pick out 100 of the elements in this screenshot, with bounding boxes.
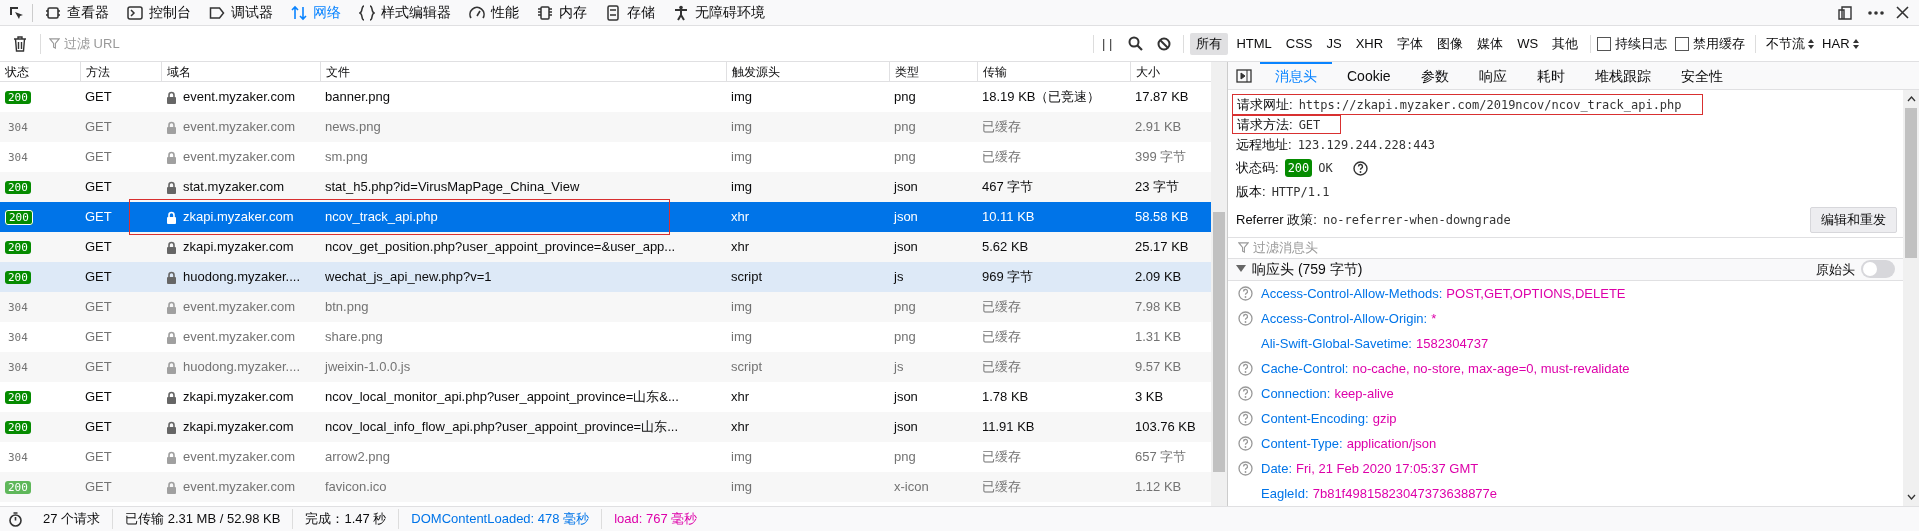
element-picker-icon[interactable]	[8, 4, 24, 21]
filter-icon	[1238, 242, 1249, 254]
scrollbar[interactable]	[1211, 62, 1227, 506]
details-tab[interactable]: 消息头	[1260, 62, 1332, 89]
request-row[interactable]: 200 GET zkapi.myzaker.com ncov_track_api.php xhr json 10.11 KB 58.58 KB	[0, 202, 1211, 232]
type-filter-button[interactable]: CSS	[1279, 32, 1319, 55]
table-cell-text: zkapi.myzaker.com	[183, 208, 294, 227]
more-icon[interactable]	[1868, 9, 1884, 16]
table-cell-text: GET	[84, 418, 113, 437]
header-value: application/json	[1346, 434, 1437, 453]
lock-icon	[166, 210, 177, 224]
close-icon[interactable]	[1896, 6, 1909, 19]
table-cell-text: 399 字节	[1134, 148, 1188, 167]
devtools-tab[interactable]: 样式编辑器	[353, 0, 457, 26]
type-filter-button[interactable]: 媒体	[1471, 32, 1510, 55]
checkbox[interactable]	[1675, 36, 1690, 51]
field-label: 请求方法:	[1237, 115, 1293, 134]
status-code: 200	[5, 181, 31, 195]
checkbox[interactable]	[1597, 36, 1612, 51]
details-tab[interactable]: 安全性	[1665, 62, 1738, 89]
header-name: Content-Encoding:	[1261, 409, 1369, 428]
type-filter-button[interactable]: JS	[1320, 32, 1348, 55]
filter-headers-field[interactable]: 过滤消息头	[1253, 238, 1903, 258]
status-code: 304	[7, 301, 29, 315]
expanded-triangle-icon[interactable]	[1236, 265, 1246, 274]
table-cell-text: script	[730, 268, 764, 287]
header-name: Connection:	[1261, 384, 1331, 403]
edit-resend-button[interactable]: 编辑和重发	[1810, 207, 1897, 233]
column-header[interactable]: 传输	[977, 62, 1130, 81]
request-row[interactable]: 200 GET zkapi.myzaker.com ncov_local_info_flow_api.php?user_appoint_province=山东... xhr json 11.91 KB 103.76 KB	[0, 412, 1211, 442]
table-cell-text: favicon.ico	[324, 478, 388, 497]
type-filter-button[interactable]: 其他	[1546, 32, 1585, 55]
request-row[interactable]: 304 GET huodong.myzaker.... jweixin-1.0.0.js script js 已缓存 9.57 KB	[0, 352, 1211, 382]
table-cell-text: script	[730, 358, 764, 377]
raw-headers-toggle[interactable]	[1861, 260, 1895, 279]
type-filter-button[interactable]: 字体	[1391, 32, 1430, 55]
lock-icon	[166, 270, 177, 284]
request-row[interactable]: 304 GET event.myzaker.com btn.png img png 已缓存 7.98 KB	[0, 292, 1211, 322]
table-cell-text: x-icon	[893, 478, 930, 497]
help-icon[interactable]	[1352, 160, 1368, 176]
request-row[interactable]: 304 GET event.myzaker.com news.png img png 已缓存 2.91 KB	[0, 112, 1211, 142]
dropdown[interactable]: 不节流	[1766, 33, 1815, 54]
devtools-tab[interactable]: 网络	[285, 0, 347, 26]
trash-icon[interactable]	[13, 35, 27, 52]
column-header[interactable]: 文件	[320, 62, 726, 81]
devtools-tab[interactable]: 存储	[599, 0, 661, 26]
details-tab[interactable]: 参数	[1405, 62, 1464, 89]
details-tab[interactable]: 响应	[1463, 62, 1522, 89]
header-value: 1582304737	[1416, 334, 1489, 353]
table-cell-text: GET	[84, 148, 113, 167]
pause-button[interactable]: | |	[1094, 33, 1121, 54]
request-row[interactable]: 200 GET huodong.myzaker.... wechat_js_api_new.php?v=1 script js 969 字节 2.09 KB	[0, 262, 1211, 292]
field-value: HTTP/1.1	[1271, 184, 1330, 201]
load-time: load: 767 毫秒	[613, 510, 699, 529]
column-header[interactable]: 方法	[80, 62, 161, 81]
table-cell-text: sm.png	[324, 148, 369, 167]
table-cell-text: arrow2.png	[324, 448, 392, 467]
status-code: 200	[5, 421, 31, 435]
dom-content-loaded-time: DOMContentLoaded: 478 毫秒	[399, 509, 603, 529]
devtools-tab[interactable]: 性能	[463, 0, 525, 26]
devtools-tab[interactable]: 无障碍环境	[667, 0, 771, 26]
toggle-label: 原始头	[1816, 260, 1855, 279]
column-header[interactable]: 类型	[889, 62, 977, 81]
type-filter-button[interactable]: WS	[1511, 32, 1545, 55]
table-cell-text: 2.91 KB	[1134, 118, 1183, 137]
devtools-tab[interactable]: 调试器	[203, 0, 279, 26]
details-tab[interactable]: 堆栈跟踪	[1579, 62, 1666, 89]
dock-layout-icon[interactable]	[1838, 4, 1854, 21]
scroll-up-icon[interactable]	[1906, 96, 1916, 102]
table-cell-text: 已缓存	[981, 298, 1022, 317]
table-cell-text: ncov_local_info_flow_api.php?user_appoint_province=山东...	[324, 418, 680, 437]
type-filter-button[interactable]: XHR	[1349, 32, 1390, 55]
panel-toggle-icon[interactable]	[1236, 68, 1252, 83]
devtools-tab[interactable]: 控制台	[121, 0, 197, 26]
column-header[interactable]: 触发源头	[726, 62, 889, 81]
table-cell-text: 1.78 KB	[981, 388, 1030, 407]
type-filter-button[interactable]: HTML	[1230, 32, 1278, 55]
details-tab[interactable]: 耗时	[1521, 62, 1580, 89]
block-icon[interactable]	[1157, 36, 1172, 51]
scroll-down-icon[interactable]	[1906, 494, 1916, 500]
table-cell-text: img	[730, 448, 753, 467]
request-row[interactable]: 200 GET event.myzaker.com favicon.ico img x-icon 已缓存 1.12 KB	[0, 472, 1211, 502]
table-cell-text: 已缓存	[981, 148, 1022, 167]
column-header[interactable]: 域名	[161, 62, 320, 81]
status-code: 304	[7, 331, 29, 345]
devtools-tab[interactable]: 内存	[531, 0, 593, 26]
request-row[interactable]: 200 GET zkapi.myzaker.com ncov_get_position.php?user_appoint_province=&user_app... xhr json 5.62 KB 25.17 KB	[0, 232, 1211, 262]
column-header[interactable]: 状态	[0, 62, 80, 81]
dropdown[interactable]: HAR	[1822, 33, 1859, 54]
type-filter-button[interactable]: 所有	[1190, 32, 1229, 55]
search-icon[interactable]	[1128, 36, 1144, 51]
type-filter-button[interactable]: 图像	[1431, 32, 1470, 55]
table-cell-text: 7.98 KB	[1134, 298, 1183, 317]
devtools-tab[interactable]: 查看器	[39, 0, 115, 26]
details-tab[interactable]: Cookie	[1332, 62, 1406, 89]
filter-icon	[49, 38, 60, 49]
scrollbar[interactable]	[1903, 90, 1919, 506]
status-code: 304	[7, 451, 29, 465]
request-row[interactable]: 200 GET stat.myzaker.com stat_h5.php?id=VirusMapPage_China_View img json 467 字节 23 字节	[0, 172, 1211, 202]
filter-url-field[interactable]: 过滤 URL	[64, 33, 1013, 54]
